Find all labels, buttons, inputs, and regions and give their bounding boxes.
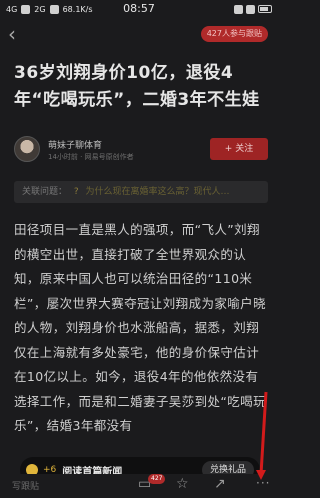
question-icon: ? — [73, 187, 79, 197]
battery-icon — [258, 5, 272, 13]
related-question-text: 为什么现在离婚率这么高？现代人… — [85, 187, 230, 197]
share-icon[interactable]: ↗ — [214, 476, 226, 492]
more-icon[interactable]: ··· — [256, 476, 270, 490]
star-icon[interactable]: ☆ — [176, 476, 189, 492]
author-name[interactable]: 萌妹子聊体育 — [48, 138, 102, 151]
comment-input[interactable]: 写跟贴 — [12, 479, 39, 492]
related-question[interactable]: 关联问题： ? 为什么现在离婚率这么高？现代人… — [14, 181, 268, 203]
author-row: 萌妹子聊体育 14小时前 · 网易号原创作者 + 关注 — [14, 134, 268, 168]
related-label: 关联问题： — [22, 187, 68, 197]
comment-count-badge: 427 — [148, 474, 166, 484]
follow-button[interactable]: + 关注 — [210, 138, 268, 160]
bottom-bar: 写跟贴 ▭ 427 ☆ ↗ ··· — [0, 474, 278, 498]
status-bar: 4G 2G 68.1K/s 08:57 — [0, 0, 278, 18]
back-arrow-icon[interactable]: ‹ — [8, 24, 16, 44]
author-meta: 14小时前 · 网易号原创作者 — [48, 153, 134, 161]
article-title: 36岁刘翔身价10亿，退役4年“吃喝玩乐”，二婚3年不生娃 — [14, 63, 260, 110]
participants-badge[interactable]: 427人参与跟贴 — [200, 26, 268, 42]
article-body: 田径项目一直是黑人的强项，而“飞人”刘翔的横空出世，直接打破了全世界观众的认知，… — [14, 222, 266, 433]
top-bar: ‹ 427人参与跟贴 — [0, 22, 278, 50]
status-time: 08:57 — [123, 2, 155, 15]
avatar[interactable] — [14, 136, 40, 162]
